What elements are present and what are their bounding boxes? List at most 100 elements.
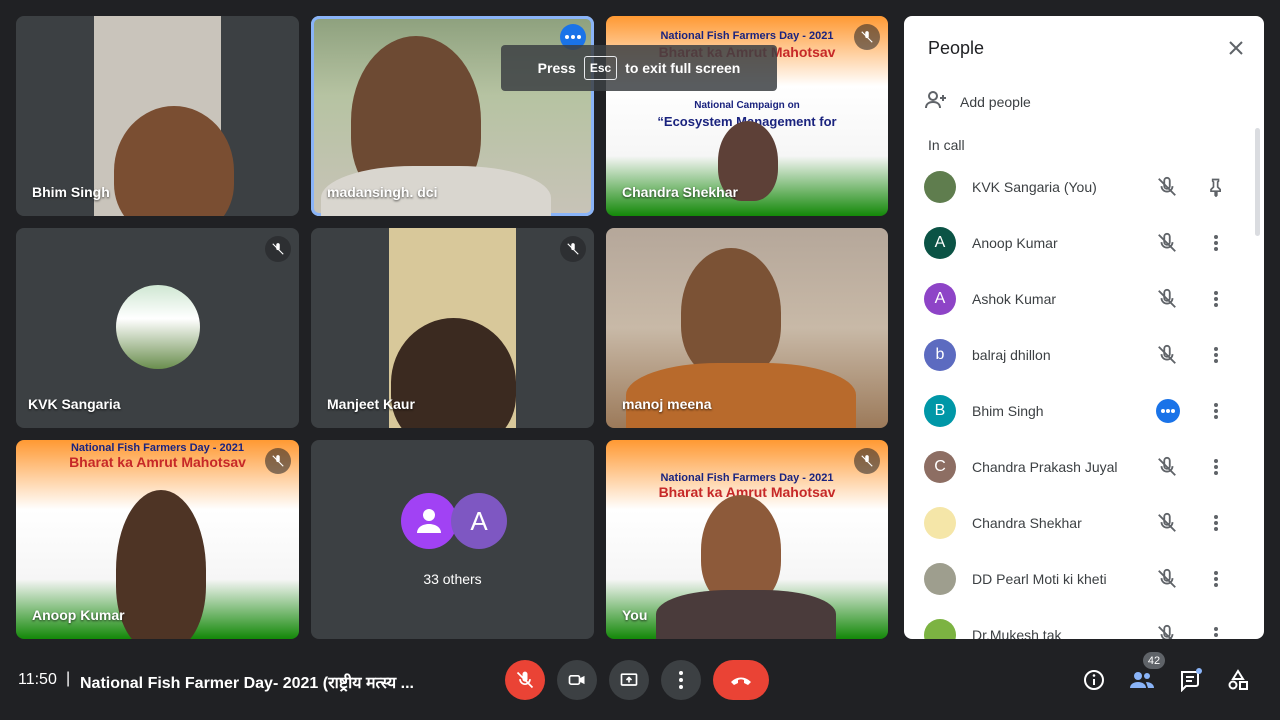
participant-row[interactable]: Dr.Mukesh tak [904,607,1254,639]
participant-name: KVK Sangaria (You) [972,179,1097,195]
people-count-badge: 42 [1143,652,1165,669]
participant-avatar: b [924,339,956,371]
participant-row[interactable]: C Chandra Prakash Juyal [904,439,1254,495]
people-panel: People Add people In call KVK Sangaria (… [904,16,1264,639]
tile-name: manoj meena [622,396,712,412]
participant-video [116,490,206,639]
more-vert-icon[interactable] [1204,567,1228,591]
tile-name: Manjeet Kaur [327,396,415,412]
mic-toggle-button[interactable] [505,660,545,700]
participant-name: Ashok Kumar [972,291,1057,307]
banner-mahotsav: Bharat ka Amrut Mahotsav [69,454,246,470]
more-vert-icon[interactable] [1204,511,1228,535]
participant-avatar [924,563,956,595]
participant-video [114,106,234,216]
mic-off-icon [265,236,291,262]
video-tile-manoj-meena[interactable]: manoj meena [606,228,888,428]
more-vert-icon[interactable] [1204,343,1228,367]
speaking-indicator-icon [1156,399,1180,423]
panel-title: People [928,38,985,58]
participant-avatar: A [924,283,956,315]
participant-row[interactable]: A Anoop Kumar [904,215,1254,271]
video-tile-you[interactable]: National Fish Farmers Day - 2021 Bharat … [606,440,888,639]
video-tile-manjeet-kaur[interactable]: Manjeet Kaur [311,228,594,428]
participant-name: Anoop Kumar [972,235,1058,251]
chat-button[interactable] [1176,666,1204,694]
participant-avatar [924,507,956,539]
participant-list: KVK Sangaria (You) A Anoop Kumar A Ashok Kum… [904,159,1254,639]
kvk-avatar [116,285,200,369]
mic-off-icon [854,24,880,50]
mic-off-icon[interactable] [1156,232,1178,254]
mic-off-icon[interactable] [1156,624,1178,639]
mic-off-icon [265,448,291,474]
participant-name: balraj dhillon [972,347,1051,363]
participant-avatar: B [924,395,956,427]
panel-scrollbar[interactable] [1255,128,1260,236]
banner-campaign: National Campaign on [694,100,800,111]
more-vert-icon[interactable] [1204,623,1228,639]
participant-row[interactable]: KVK Sangaria (You) [904,159,1254,215]
mic-off-icon[interactable] [1156,568,1178,590]
banner-title: National Fish Farmers Day - 2021 [70,442,244,454]
add-people-label: Add people [960,93,1031,110]
meeting-title: National Fish Farmer Day- 2021 (राष्ट्री… [80,675,414,692]
participant-name: Dr.Mukesh tak [972,627,1062,639]
camera-toggle-button[interactable] [557,660,597,700]
video-tile-bhim-singh[interactable]: Bhim Singh [16,16,299,216]
participant-row[interactable]: DD Pearl Moti ki kheti [904,551,1254,607]
toast-rest: to exit full screen [625,60,741,76]
more-vert-icon[interactable] [1204,399,1228,423]
activities-button[interactable] [1224,666,1252,694]
info-icon [1084,670,1104,690]
mic-off-icon[interactable] [1156,344,1178,366]
tile-name: Bhim Singh [32,184,110,200]
participant-row[interactable]: Chandra Shekhar [904,495,1254,551]
toast-esc-key: Esc [583,56,618,80]
others-count: 33 others [423,571,482,587]
more-vert-icon[interactable] [1204,231,1228,255]
participant-avatar [924,171,956,203]
mic-off-icon[interactable] [1156,288,1178,310]
tile-name: madansingh. dci [327,184,438,200]
people-icon [1130,672,1154,688]
present-screen-button[interactable] [609,660,649,700]
participant-row[interactable]: B Bhim Singh [904,383,1254,439]
participant-avatar: A [924,227,956,259]
separator: | [66,670,71,687]
mic-off-icon[interactable] [1156,176,1178,198]
video-tile-anoop-kumar[interactable]: National Fish Farmers Day - 2021 Bharat … [16,440,299,639]
mic-off-icon [560,236,586,262]
participant-name: Bhim Singh [972,403,1044,419]
more-vert-icon[interactable] [1204,287,1228,311]
participant-video [701,495,781,605]
in-call-heading: In call [928,137,965,153]
participant-row[interactable]: b balraj dhillon [904,327,1254,383]
present-icon [620,673,638,686]
more-options-button[interactable] [661,660,701,700]
end-call-icon [731,677,751,685]
avatar-letter: A [451,493,507,549]
participant-avatar [924,619,956,639]
more-vert-icon[interactable] [1204,455,1228,479]
tile-name: KVK Sangaria [28,396,121,412]
meeting-details-button[interactable] [1080,666,1108,694]
video-tile-kvk-sangaria[interactable]: KVK Sangaria [16,228,299,428]
meeting-time: 11:50 [18,671,57,688]
people-button[interactable] [1128,666,1156,694]
mic-off-icon[interactable] [1156,512,1178,534]
fullscreen-toast: Press Esc to exit full screen [501,45,777,91]
activities-icon [1228,669,1248,690]
participant-name: Chandra Prakash Juyal [972,459,1118,475]
tile-name: Chandra Shekhar [622,184,738,200]
camera-icon [568,675,585,685]
pin-icon[interactable] [1204,175,1228,199]
banner-title: National Fish Farmers Day - 2021 [660,30,834,42]
close-icon[interactable] [1224,36,1248,60]
others-tile[interactable]: A 33 others [311,440,594,639]
add-people-button[interactable]: Add people [924,88,1031,115]
bottom-bar: 11:50 | National Fish Farmer Day- 2021 (… [0,640,1280,720]
mic-off-icon[interactable] [1156,456,1178,478]
leave-call-button[interactable] [713,660,769,700]
participant-row[interactable]: A Ashok Kumar [904,271,1254,327]
